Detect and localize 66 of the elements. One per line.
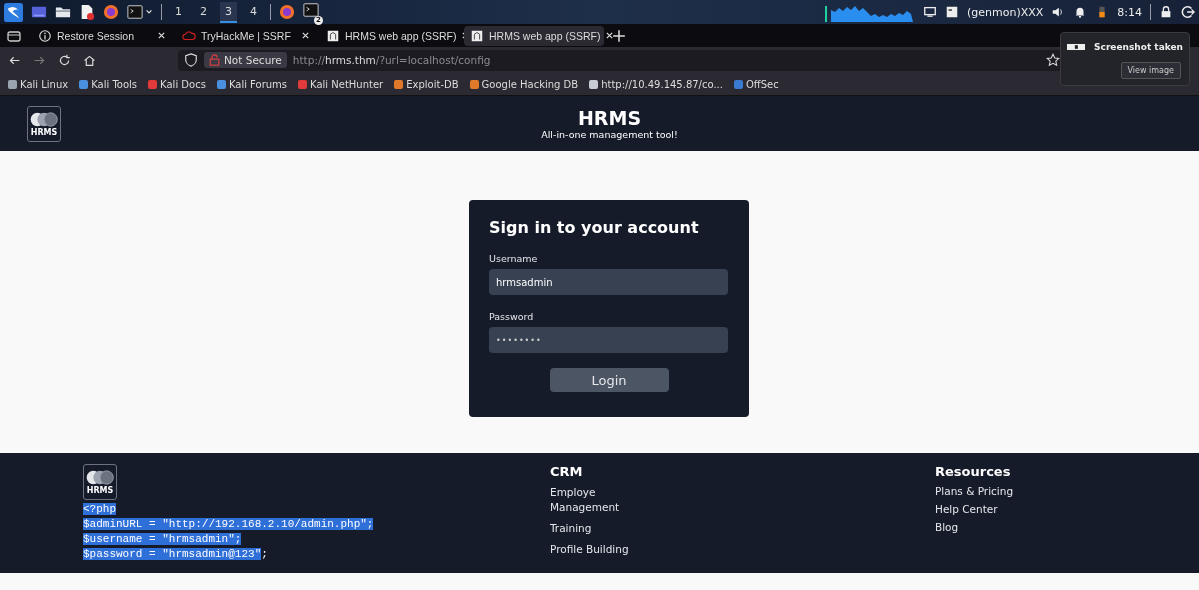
broken-lock-icon — [209, 54, 220, 66]
login-button[interactable]: Login — [549, 368, 669, 392]
dragon-logo-icon[interactable] — [4, 2, 23, 22]
footer-heading: Resources — [935, 464, 1012, 479]
workspace-button[interactable]: 2 — [195, 1, 212, 23]
close-icon[interactable] — [157, 31, 166, 40]
footer-link[interactable]: Plans & Pricing — [935, 485, 1014, 497]
notification-title: Screenshot taken — [1094, 42, 1183, 52]
view-image-button[interactable]: View image — [1120, 62, 1181, 79]
url-text: http://hrms.thm/?url=localhost/config — [292, 54, 491, 66]
browser-tab[interactable]: TryHackMe | SSRF — [176, 25, 316, 46]
bookmark[interactable]: Kali Docs — [148, 78, 206, 90]
password-field[interactable]: •••••••• — [489, 327, 728, 353]
site-tagline: All-in-one management tool! — [541, 129, 678, 140]
home-icon[interactable] — [83, 53, 96, 67]
info-icon — [38, 28, 52, 43]
circles-icon — [29, 110, 59, 128]
bookmark[interactable]: Kali Tools — [79, 78, 138, 90]
bookmark[interactable]: OffSec — [733, 78, 779, 90]
logout-icon[interactable] — [1181, 5, 1195, 19]
firefox-icon[interactable] — [279, 4, 295, 20]
document-icon[interactable] — [79, 4, 95, 20]
star-icon[interactable] — [1046, 53, 1060, 67]
footer-heading: CRM — [550, 464, 584, 479]
page-icon — [470, 28, 484, 43]
close-icon[interactable] — [605, 31, 615, 40]
not-secure-badge[interactable]: Not Secure — [204, 52, 287, 68]
circles-icon — [85, 469, 115, 486]
footer-link[interactable]: Employe Management — [550, 485, 630, 515]
shield-icon[interactable] — [184, 53, 198, 67]
reload-icon[interactable] — [58, 53, 71, 67]
screenshot-thumbnail-icon — [1067, 41, 1086, 53]
monitor-icon[interactable] — [922, 5, 937, 19]
logo-text: HRMS — [30, 127, 58, 137]
cloud-icon — [182, 28, 196, 43]
chevron-down-icon[interactable] — [145, 8, 153, 16]
workspace-button[interactable]: 1 — [170, 1, 187, 23]
firefox-icon[interactable] — [103, 4, 119, 20]
not-secure-label: Not Secure — [224, 54, 282, 66]
page-icon — [326, 28, 340, 43]
bookmark[interactable]: Google Hacking DB — [469, 78, 579, 90]
new-tab-icon[interactable] — [612, 28, 626, 43]
username-field[interactable]: hrmsadmin — [489, 269, 728, 295]
clock[interactable]: 8:14 — [1117, 5, 1142, 19]
genmon-label: (genmon)XXX — [966, 5, 1044, 19]
logo-text: HRMS — [86, 486, 114, 495]
field-label: Password — [489, 311, 535, 322]
bookmark[interactable]: http://10.49.145.87/co... — [589, 78, 723, 90]
field-label: Username — [489, 253, 539, 264]
login-heading: Sign in to your account — [489, 218, 700, 237]
bookmark[interactable]: Kali NetHunter — [298, 78, 384, 90]
site-title: HRMS — [576, 107, 643, 129]
browser-tab[interactable]: Restore Session — [32, 25, 172, 46]
workspace-button[interactable]: 3 — [220, 1, 237, 23]
close-icon[interactable] — [301, 31, 310, 40]
footer-link[interactable]: Blog — [935, 521, 1014, 533]
footer-link[interactable]: Help Center — [935, 503, 1014, 515]
bookmark[interactable]: Kali Forums — [216, 78, 288, 90]
footer-link[interactable]: Training — [550, 521, 630, 536]
bookmark[interactable]: Exploit-DB — [394, 78, 459, 90]
lock-icon[interactable] — [1159, 5, 1173, 19]
bookmark[interactable]: Kali Linux — [8, 78, 69, 90]
code-line: $password = "hrmsadmin@123"; — [83, 547, 269, 562]
workspace-button[interactable]: 4 — [245, 1, 262, 23]
desktop-icon[interactable] — [31, 4, 47, 20]
footer-link[interactable]: Profile Building — [550, 542, 630, 557]
